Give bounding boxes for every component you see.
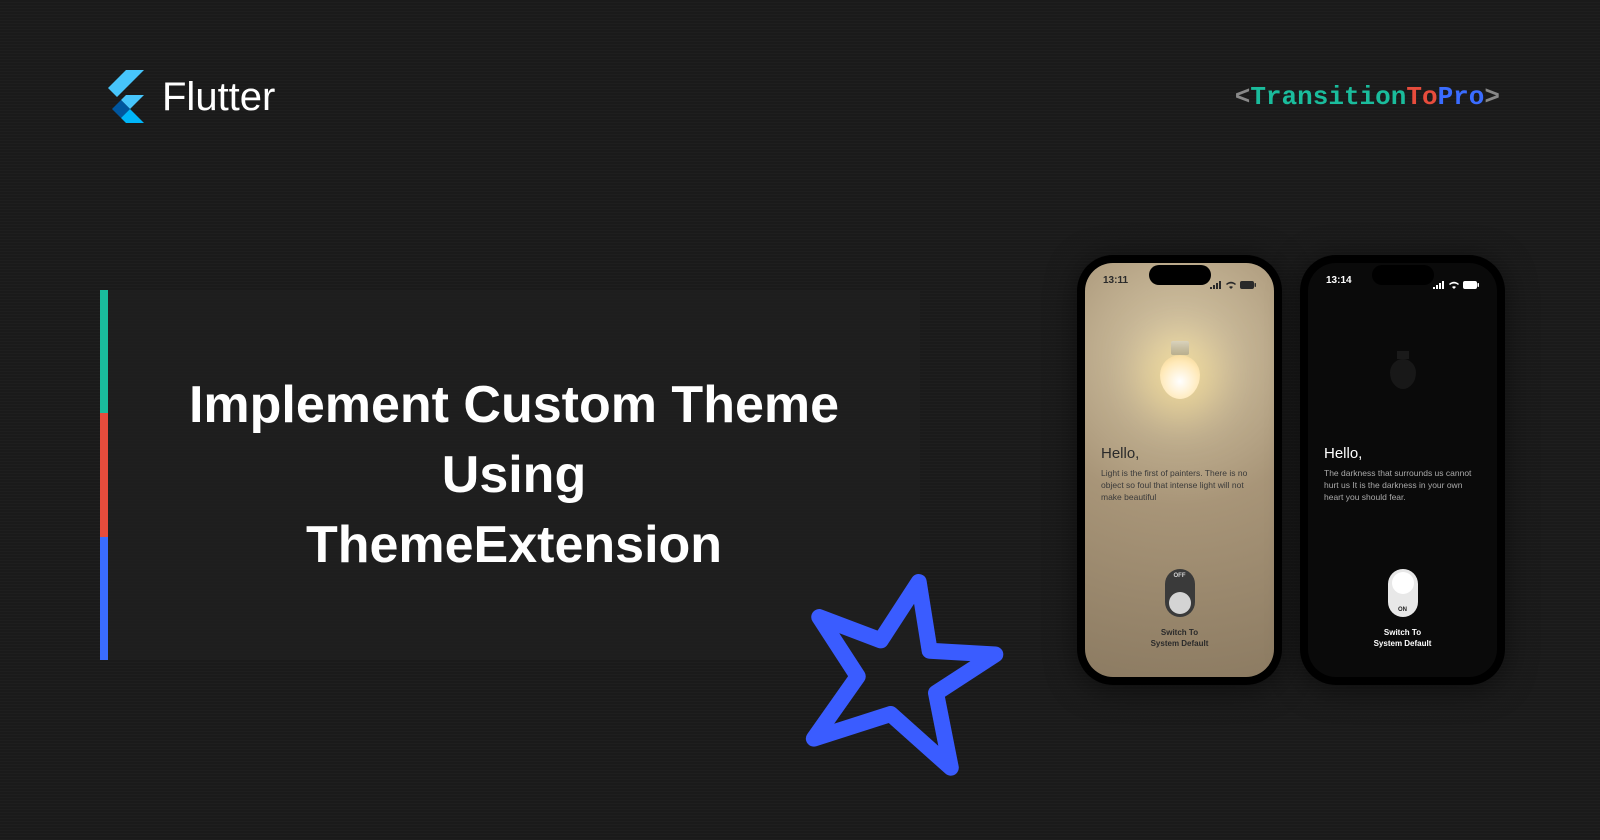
switch-line-2: System Default <box>1151 639 1209 648</box>
star-icon <box>790 560 1010 780</box>
greeting-text: Hello, <box>1324 445 1481 462</box>
toggle-knob <box>1169 592 1191 614</box>
status-icons <box>1433 275 1479 295</box>
brand-word-3: Pro <box>1438 82 1485 112</box>
accent-bar <box>100 290 108 660</box>
greeting-text: Hello, <box>1101 445 1258 462</box>
toggle-state-label: OFF <box>1174 573 1186 579</box>
content: Hello, The darkness that surrounds us ca… <box>1308 445 1497 504</box>
switch-to-default-button[interactable]: Switch To System Default <box>1374 627 1432 649</box>
flutter-brand: Flutter <box>100 70 275 124</box>
phone-dark-screen: 13:14 Hello, The darkness that surrounds… <box>1308 263 1497 677</box>
flutter-label: Flutter <box>162 75 275 120</box>
bulb-illustration <box>1085 295 1274 445</box>
controls: OFF Switch To System Default <box>1085 569 1274 677</box>
header: Flutter <TransitionToPro> <box>0 0 1600 124</box>
flutter-icon <box>100 70 144 124</box>
toggle-state-label: ON <box>1398 607 1407 613</box>
brand-word-1: Transition <box>1250 82 1406 112</box>
phone-light: 13:11 Hello, Light is the first of paint… <box>1077 255 1282 685</box>
wifi-icon <box>1448 281 1460 289</box>
accent-red <box>100 413 108 536</box>
theme-toggle[interactable]: ON <box>1388 569 1418 617</box>
phone-notch <box>1149 265 1211 285</box>
bulb-illustration <box>1308 295 1497 445</box>
accent-blue <box>100 537 108 660</box>
accent-green <box>100 290 108 413</box>
title-line-1: Implement Custom Theme <box>189 376 839 434</box>
phone-light-screen: 13:11 Hello, Light is the first of paint… <box>1085 263 1274 677</box>
page-title: Implement Custom Theme Using ThemeExtens… <box>189 370 839 581</box>
title-line-3: ThemeExtension <box>306 516 722 574</box>
status-icons <box>1210 275 1256 295</box>
signal-icon <box>1433 281 1445 289</box>
switch-line-1: Switch To <box>1384 628 1421 637</box>
toggle-knob <box>1392 572 1414 594</box>
status-time: 13:11 <box>1103 275 1128 295</box>
bracket-icon: > <box>1484 82 1500 112</box>
phone-notch <box>1372 265 1434 285</box>
switch-line-2: System Default <box>1374 639 1432 648</box>
brand-word-2: To <box>1406 82 1437 112</box>
battery-icon <box>1240 281 1256 289</box>
quote-text: Light is the first of painters. There is… <box>1101 468 1258 504</box>
quote-text: The darkness that surrounds us cannot hu… <box>1324 468 1481 504</box>
signal-icon <box>1210 281 1222 289</box>
theme-toggle[interactable]: OFF <box>1165 569 1195 617</box>
content: Hello, Light is the first of painters. T… <box>1085 445 1274 504</box>
battery-icon <box>1463 281 1479 289</box>
wifi-icon <box>1225 281 1237 289</box>
title-line-2: Using <box>442 446 586 504</box>
lightbulb-off-icon <box>1390 351 1416 389</box>
phone-mockups: 13:11 Hello, Light is the first of paint… <box>1077 255 1505 685</box>
phone-dark: 13:14 Hello, The darkness that surrounds… <box>1300 255 1505 685</box>
controls: ON Switch To System Default <box>1308 569 1497 677</box>
switch-line-1: Switch To <box>1161 628 1198 637</box>
transition-to-pro-brand: <TransitionToPro> <box>1235 82 1500 112</box>
bracket-icon: < <box>1235 82 1251 112</box>
lightbulb-on-icon <box>1160 341 1200 399</box>
switch-to-default-button[interactable]: Switch To System Default <box>1151 627 1209 649</box>
status-time: 13:14 <box>1326 275 1352 295</box>
